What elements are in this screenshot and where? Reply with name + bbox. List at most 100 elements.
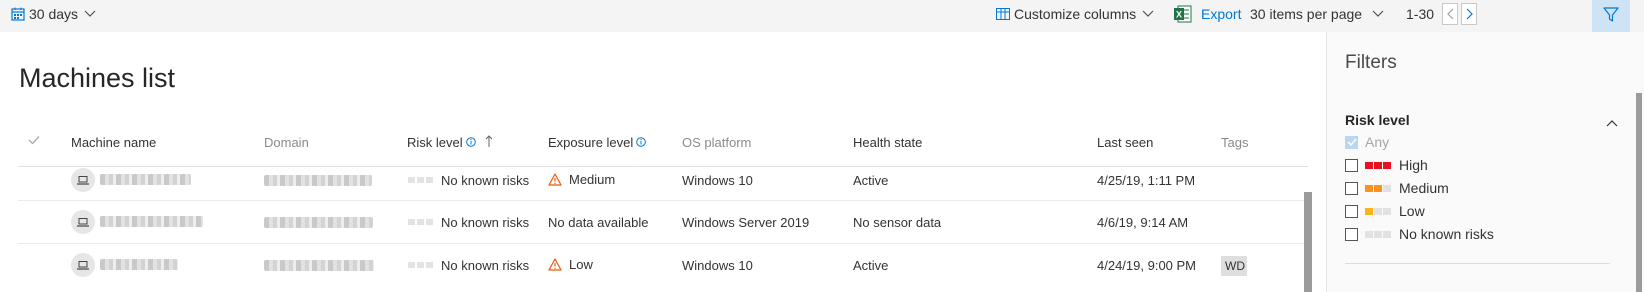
checkbox[interactable] — [1345, 204, 1358, 218]
date-range-label: 30 days — [29, 6, 79, 22]
chevron-down-icon — [84, 10, 96, 18]
info-icon[interactable] — [636, 135, 647, 150]
filter-option-label: High — [1399, 157, 1428, 173]
table-scrollbar[interactable] — [1304, 192, 1312, 292]
columns-icon — [996, 8, 1010, 20]
filter-option-label: No known risks — [1399, 226, 1494, 242]
filter-option-any[interactable]: Any — [1345, 133, 1389, 151]
filter-option-high[interactable]: High — [1345, 156, 1428, 174]
toolbar: 30 days Customize columns X Export 30 it… — [0, 0, 1644, 32]
checkmark-icon — [28, 136, 40, 145]
filter-option-label: Any — [1365, 134, 1390, 150]
excel-icon: X — [1174, 5, 1192, 23]
filter-option-no-known-risks[interactable]: No known risks — [1345, 225, 1494, 243]
column-header-tags[interactable]: Tags — [1221, 135, 1248, 150]
header-divider — [18, 166, 1308, 167]
chevron-left-icon — [1446, 8, 1453, 20]
last-seen-cell: 4/6/19, 9:14 AM — [1097, 214, 1189, 230]
checkbox[interactable] — [1345, 181, 1358, 195]
filters-scrollbar[interactable] — [1636, 93, 1642, 292]
last-seen-cell: 4/24/19, 9:00 PM — [1097, 257, 1197, 273]
column-header-label: Exposure level — [548, 135, 634, 150]
checkbox[interactable] — [1345, 135, 1358, 149]
risk-bars — [408, 219, 433, 225]
checkmark-icon — [1347, 138, 1357, 146]
risk-bars-medium — [1365, 184, 1391, 192]
chevron-down-icon — [1372, 10, 1384, 18]
column-header-machine-name[interactable]: Machine name — [71, 135, 156, 150]
column-header-os-platform[interactable]: OS platform — [682, 135, 751, 150]
warning-icon — [548, 257, 562, 271]
filter-option-medium[interactable]: Medium — [1345, 179, 1449, 197]
checkbox[interactable] — [1345, 227, 1358, 241]
filters-title: Filters — [1345, 52, 1397, 73]
risk-level-text: No known risks — [441, 214, 530, 230]
column-header-last-seen[interactable]: Last seen — [1097, 135, 1153, 150]
column-header-exposure-level[interactable]: Exposure level — [548, 135, 647, 150]
laptop-icon — [71, 168, 95, 192]
health-state-cell: No sensor data — [853, 214, 942, 230]
domain-redacted — [264, 217, 373, 228]
health-state-cell: Active — [853, 172, 889, 188]
exposure-level-cell: No data available — [548, 214, 649, 230]
sort-ascending-icon[interactable] — [485, 135, 493, 150]
risk-bars-none — [1365, 230, 1391, 238]
customize-columns-button[interactable]: Customize columns — [996, 0, 1154, 28]
checkbox[interactable] — [1345, 158, 1358, 172]
previous-page-button[interactable] — [1442, 3, 1459, 25]
risk-level-section-title[interactable]: Risk level — [1345, 112, 1410, 128]
risk-level-cell: No known risks — [408, 171, 529, 189]
items-per-page-dropdown[interactable]: 30 items per page — [1250, 0, 1384, 28]
column-header-risk-level[interactable]: Risk level — [407, 135, 493, 150]
chevron-down-icon — [1142, 10, 1154, 18]
exposure-level-cell: Medium — [548, 170, 615, 188]
export-button[interactable]: X Export — [1174, 0, 1241, 28]
health-state-cell: Active — [853, 257, 889, 273]
section-divider — [1345, 263, 1610, 264]
laptop-icon — [71, 253, 95, 277]
exposure-level-cell: Low — [548, 255, 593, 273]
risk-bars — [408, 262, 433, 268]
last-seen-cell: 4/25/19, 1:11 PM — [1097, 172, 1196, 188]
laptop-icon — [71, 210, 95, 234]
export-label: Export — [1201, 6, 1242, 22]
row-divider — [18, 200, 1308, 201]
exposure-level-text: Low — [569, 256, 593, 272]
filter-option-label: Low — [1399, 203, 1425, 219]
machine-name-redacted — [100, 216, 203, 227]
select-all-checkbox[interactable] — [28, 135, 40, 145]
info-icon[interactable] — [465, 135, 476, 150]
filters-panel: Filters Risk level Any High Medium Low N… — [1326, 32, 1644, 292]
filter-option-label: Medium — [1399, 180, 1449, 196]
calendar-icon — [11, 7, 25, 21]
main-content: Machines list Machine name Domain Risk l… — [0, 32, 1326, 292]
machine-name-redacted — [100, 174, 191, 185]
row-divider — [18, 243, 1308, 244]
filter-toggle-button[interactable] — [1592, 0, 1630, 32]
risk-bars — [408, 177, 433, 183]
chevron-up-icon[interactable] — [1606, 115, 1618, 130]
pager-range: 1-30 — [1406, 6, 1435, 22]
filter-icon — [1603, 6, 1619, 26]
risk-level-cell: No known risks — [408, 213, 529, 231]
column-header-domain[interactable]: Domain — [264, 135, 309, 150]
customize-columns-label: Customize columns — [1014, 6, 1137, 22]
os-platform-cell: Windows Server 2019 — [682, 214, 810, 230]
page-title: Machines list — [19, 63, 176, 93]
risk-level-text: No known risks — [441, 172, 530, 188]
date-range-dropdown[interactable]: 30 days — [11, 0, 96, 28]
tag-chip[interactable]: WD — [1221, 256, 1247, 276]
os-platform-cell: Windows 10 — [682, 172, 753, 188]
exposure-level-text: Medium — [569, 171, 616, 187]
next-page-button[interactable] — [1461, 3, 1478, 25]
warning-icon — [548, 172, 562, 186]
risk-level-text: No known risks — [441, 257, 530, 273]
domain-redacted — [264, 175, 372, 186]
filter-option-low[interactable]: Low — [1345, 202, 1425, 220]
domain-redacted — [264, 260, 374, 271]
chevron-right-icon — [1466, 8, 1473, 20]
column-header-health-state[interactable]: Health state — [853, 135, 922, 150]
risk-bars-high — [1365, 161, 1391, 169]
os-platform-cell: Windows 10 — [682, 257, 753, 273]
risk-level-cell: No known risks — [408, 256, 529, 274]
